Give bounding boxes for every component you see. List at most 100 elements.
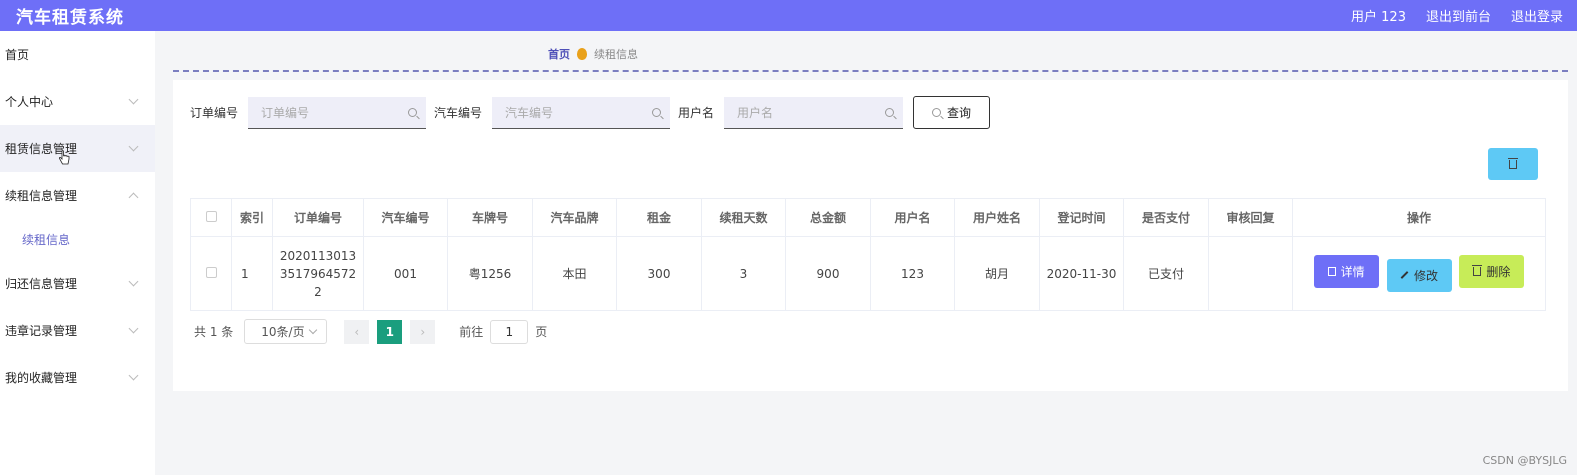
car-no-input[interactable]: 汽车编号 [492, 96, 671, 129]
data-table: 索引 订单编号 汽车编号 车牌号 汽车品牌 租金 续租天数 总金额 用户名 用户… [190, 198, 1546, 311]
order-no-label: 订单编号 [190, 106, 239, 120]
col-header: 是否支付 [1123, 198, 1209, 237]
goto-label: 前往 [459, 325, 484, 339]
chevron-right-icon: › [420, 324, 426, 339]
trash-icon [1508, 157, 1518, 169]
cell-days: 3 [701, 236, 786, 311]
table-row: 1 20201130133517964572 2 001 粤1256 本田 30… [190, 236, 1546, 311]
search-icon [932, 108, 942, 117]
query-button-label: 查询 [947, 106, 972, 120]
app-title: 汽车租赁系统 [16, 8, 124, 28]
page-size-select[interactable]: 10条/页 [244, 319, 328, 344]
col-header: 用户姓名 [954, 198, 1040, 237]
page-size-value: 10条/页 [261, 325, 305, 339]
username-input[interactable]: 用户名 [724, 96, 904, 129]
col-header: 登记时间 [1039, 198, 1124, 237]
cell-car-no: 001 [363, 236, 448, 311]
edit-icon [1400, 271, 1409, 280]
col-header: 操作 [1292, 198, 1546, 237]
batch-delete-button[interactable] [1488, 148, 1538, 180]
row-select-cell [190, 236, 232, 311]
sidebar: 首页 个人中心 租赁信息管理 续租信息管理 续租信息 归还信息管理 违章记录管理… [0, 31, 155, 475]
prev-page-button[interactable]: ‹ [344, 319, 370, 344]
sidebar-item-personal[interactable]: 个人中心 [0, 78, 155, 125]
main-content: 首页 续租信息 订单编号 订单编号 汽车编号 汽车编号 用户名 用户名 查询 索… [155, 31, 1577, 475]
search-icon [885, 107, 895, 117]
chevron-down-icon [128, 141, 139, 152]
content-card: 订单编号 订单编号 汽车编号 汽车编号 用户名 用户名 查询 索引 订单编号 汽… [173, 80, 1568, 391]
breadcrumb-current: 续租信息 [594, 48, 638, 61]
goto-page-input[interactable]: 1 [490, 319, 529, 344]
col-header: 总金额 [785, 198, 871, 237]
cell-brand: 本田 [532, 236, 617, 311]
sidebar-item-label: 首页 [5, 48, 30, 62]
detail-button-label: 详情 [1340, 265, 1365, 280]
logout-link[interactable]: 退出登录 [1511, 6, 1563, 25]
col-header: 审核回复 [1208, 198, 1293, 237]
sidebar-item-label: 个人中心 [5, 95, 54, 109]
total-count: 共 1 条 [194, 325, 234, 339]
top-bar: 汽车租赁系统 用户 123 退出到前台 退出登录 [0, 0, 1577, 31]
sidebar-item-label: 违章记录管理 [5, 324, 78, 338]
edit-button[interactable]: 修改 [1386, 258, 1452, 292]
delete-button[interactable]: 删除 [1459, 255, 1525, 289]
chevron-down-icon [128, 276, 139, 287]
page-suffix: 页 [535, 325, 548, 339]
chevron-down-icon [128, 323, 139, 334]
chevron-down-icon [128, 370, 139, 381]
breadcrumb-home[interactable]: 首页 [548, 46, 570, 62]
sidebar-item-home[interactable]: 首页 [0, 31, 155, 78]
table-header-row: 索引 订单编号 汽车编号 车牌号 汽车品牌 租金 续租天数 总金额 用户名 用户… [190, 198, 1546, 237]
select-all-checkbox[interactable] [205, 210, 217, 222]
hand-cursor-icon [58, 150, 70, 165]
row-checkbox[interactable] [205, 266, 217, 278]
col-header: 索引 [231, 198, 273, 237]
cell-reply [1208, 236, 1293, 311]
header-links: 用户 123 退出到前台 退出登录 [1351, 6, 1563, 25]
medal-icon [577, 48, 587, 60]
col-header: 汽车编号 [363, 198, 448, 237]
next-page-button[interactable]: › [410, 319, 436, 344]
sidebar-subitem-renewal-info[interactable]: 续租信息 [0, 219, 155, 260]
sidebar-item-label: 续租信息管理 [5, 189, 78, 203]
cell-paid: 已支付 [1123, 236, 1209, 311]
car-no-placeholder: 汽车编号 [505, 105, 554, 120]
chevron-down-icon [309, 325, 318, 335]
chevron-left-icon: ‹ [354, 324, 360, 339]
search-icon [652, 107, 662, 117]
query-button[interactable]: 查询 [913, 96, 991, 129]
front-link[interactable]: 退出到前台 [1426, 6, 1491, 25]
username-placeholder: 用户名 [737, 105, 774, 120]
sidebar-item-return[interactable]: 归还信息管理 [0, 260, 155, 307]
col-header: 汽车品牌 [532, 198, 617, 237]
order-no-placeholder: 订单编号 [261, 105, 310, 120]
page-number-button[interactable]: 1 [377, 319, 403, 344]
pagination: 共 1 条 10条/页 ‹ 1 › 前往 1 页 [194, 319, 547, 344]
delete-button-label: 删除 [1486, 265, 1511, 280]
col-header: 用户名 [870, 198, 955, 237]
cell-username: 123 [870, 236, 955, 311]
sidebar-item-label: 归还信息管理 [5, 277, 78, 291]
sidebar-item-violation[interactable]: 违章记录管理 [0, 307, 155, 354]
edit-button-label: 修改 [1413, 268, 1438, 283]
sidebar-item-renewal[interactable]: 续租信息管理 [0, 172, 155, 219]
car-no-label: 汽车编号 [434, 106, 483, 120]
chevron-up-icon [128, 192, 139, 203]
col-header: 订单编号 [272, 198, 364, 237]
sidebar-item-label: 续租信息 [22, 233, 71, 247]
sidebar-item-favorites[interactable]: 我的收藏管理 [0, 354, 155, 401]
cell-rent: 300 [616, 236, 702, 311]
search-bar: 订单编号 订单编号 汽车编号 汽车编号 用户名 用户名 查询 [190, 96, 991, 129]
document-icon [1327, 267, 1336, 277]
watermark: CSDN @BYSJLG [1482, 454, 1567, 467]
detail-button[interactable]: 详情 [1313, 255, 1379, 289]
col-header: 续租天数 [701, 198, 786, 237]
chevron-down-icon [128, 94, 139, 105]
sidebar-item-rental[interactable]: 租赁信息管理 [0, 125, 155, 172]
col-header: 租金 [616, 198, 702, 237]
select-all-cell [190, 198, 232, 237]
user-label: 用户 123 [1351, 10, 1406, 25]
cell-total: 900 [785, 236, 871, 311]
order-no-input[interactable]: 订单编号 [248, 96, 427, 129]
divider [173, 70, 1568, 72]
